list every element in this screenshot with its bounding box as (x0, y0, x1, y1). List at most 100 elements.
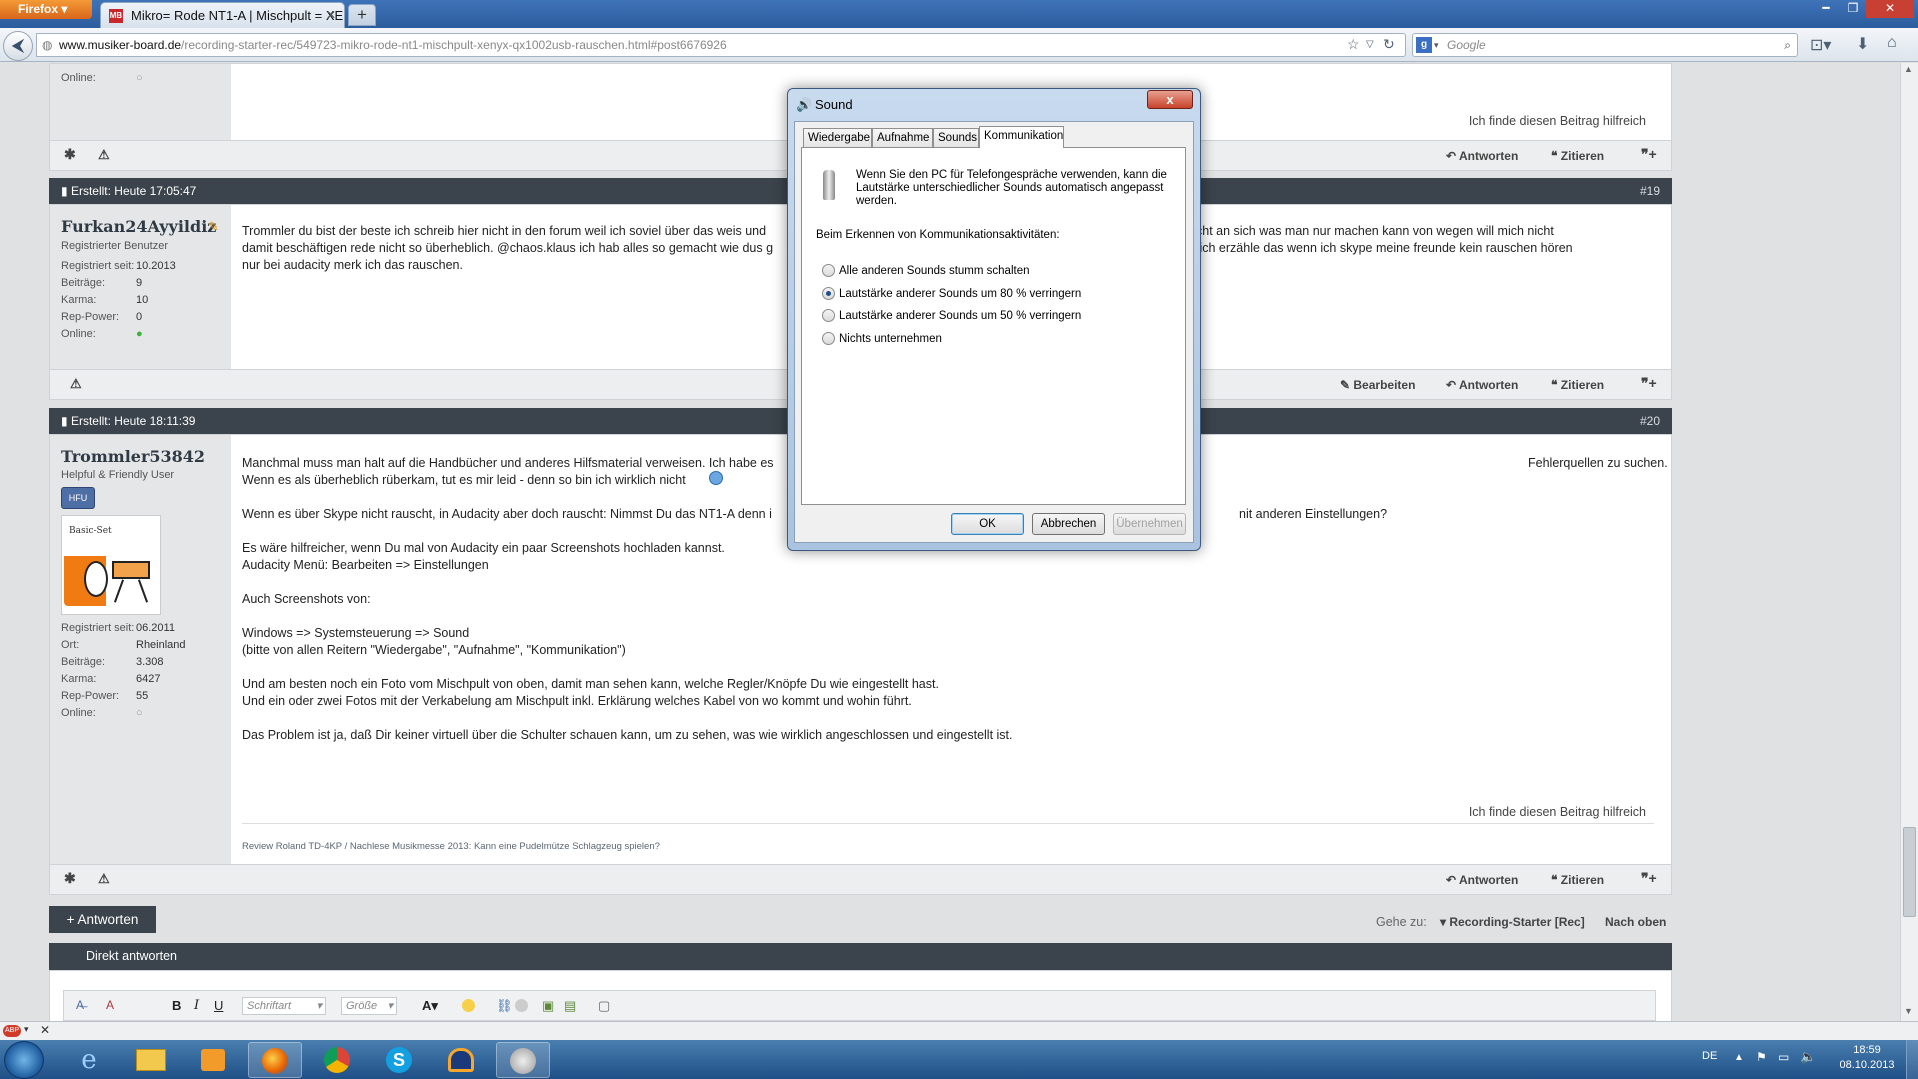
quote-button[interactable]: ❝ Zitieren (1551, 378, 1604, 392)
reply-button[interactable]: ↶ Antworten (1446, 378, 1518, 392)
start-button[interactable] (4, 1041, 44, 1079)
addon-bar-close-icon[interactable]: ✕ (40, 1023, 50, 1037)
dialog-section-label: Beim Erkennen von Kommunikationsaktivitä… (816, 229, 1060, 241)
network-icon[interactable]: ▭ (1778, 1050, 1789, 1064)
helpful-link[interactable]: Ich finde diesen Beitrag hilfreich (1469, 114, 1646, 128)
image-icon[interactable]: ▣ (542, 998, 554, 1014)
radio-option-80[interactable]: Lautstärke anderer Sounds um 80 % verrin… (822, 286, 1122, 302)
language-indicator[interactable]: DE (1702, 1050, 1717, 1062)
remove-format-icon[interactable]: A̶ (76, 998, 84, 1012)
reply-button[interactable]: ↶ Antworten (1446, 873, 1518, 887)
edit-button[interactable]: ✎ Bearbeiten (1340, 378, 1415, 392)
explorer-folder-icon[interactable] (124, 1042, 178, 1078)
home-icon[interactable]: ⌂ (1887, 34, 1897, 52)
asterisk-icon[interactable]: ✱ (64, 870, 76, 887)
search-input[interactable]: g ▾ Google ⌕ (1412, 33, 1798, 57)
volume-icon[interactable]: 🔈 (1800, 1049, 1816, 1065)
search-engine-dropdown-icon[interactable]: ▾ (1434, 34, 1439, 56)
unlink-icon[interactable] (515, 999, 528, 1012)
audacity-headphones-icon[interactable] (434, 1042, 488, 1078)
media-player-icon[interactable] (186, 1042, 240, 1078)
italic-icon[interactable]: I (194, 998, 199, 1013)
tab-kommunikation[interactable]: Kommunikation (979, 126, 1064, 148)
ok-button[interactable]: OK (951, 513, 1024, 535)
back-to-top-link[interactable]: Nach oben (1605, 915, 1666, 929)
post-20-username[interactable]: Trommler53842 (61, 447, 205, 466)
bookmark-star-icon[interactable]: ☆ (1347, 36, 1360, 53)
chrome-icon[interactable] (310, 1042, 364, 1078)
font-color-icon[interactable]: A▾ (422, 998, 438, 1014)
apply-button[interactable]: Übernehmen (1113, 513, 1186, 535)
window-close-icon[interactable]: ✕ (1866, 0, 1914, 18)
post-19-username[interactable]: Furkan24Ayyildiz (61, 217, 216, 236)
warning-icon[interactable]: ⚠ (98, 147, 110, 163)
quote-icon[interactable]: ▢ (598, 998, 610, 1014)
scrollbar-thumb[interactable] (1903, 827, 1916, 917)
sound-settings-taskbar-icon[interactable] (496, 1042, 550, 1078)
restore-icon[interactable]: ❐ (1841, 0, 1865, 18)
search-icon[interactable]: ⌕ (1784, 34, 1791, 56)
warning-icon[interactable]: ⚠ (98, 871, 110, 887)
radio-button[interactable] (822, 264, 835, 277)
taskbar-clock[interactable]: 18:59 08.10.2013 (1832, 1043, 1902, 1073)
new-tab-button[interactable]: + (348, 4, 376, 26)
pencil-icon: ✎ (208, 219, 219, 234)
download-icon[interactable]: ⬇ (1856, 34, 1869, 54)
post-19-number[interactable]: #19 (1640, 178, 1660, 204)
radio-button-selected[interactable] (822, 287, 835, 300)
online-label: Online: ○ (61, 72, 143, 84)
back-arrow-icon[interactable]: ⮜ (3, 31, 33, 61)
tab-wiedergabe[interactable]: Wiedergabe (803, 128, 872, 148)
show-desktop-button[interactable] (1906, 1040, 1918, 1079)
adblock-dropdown-icon[interactable]: ▾ (24, 1024, 29, 1035)
bold-icon[interactable]: B (172, 998, 181, 1013)
cancel-button[interactable]: Abbrechen (1032, 513, 1105, 535)
radio-option-50[interactable]: Lautstärke anderer Sounds um 50 % verrin… (822, 308, 1122, 324)
scroll-up-icon[interactable]: ▲ (1904, 64, 1913, 74)
skype-icon[interactable]: S (372, 1042, 426, 1078)
signature-link[interactable]: Review Roland TD-4KP / Nachlese Musikmes… (242, 841, 660, 852)
helpful-link[interactable]: Ich finde diesen Beitrag hilfreich (1469, 805, 1646, 819)
tab-sounds[interactable]: Sounds (933, 128, 979, 148)
show-hidden-icons[interactable]: ▲ (1734, 1052, 1744, 1063)
radio-button[interactable] (822, 332, 835, 345)
dialog-close-icon[interactable]: x (1147, 90, 1193, 109)
asterisk-icon[interactable]: ✱ (64, 146, 76, 163)
multiquote-icon[interactable]: ❞+ (1641, 146, 1657, 163)
radio-option-nothing[interactable]: Nichts unternehmen (822, 331, 1122, 347)
tab-active[interactable]: MB Mikro= Rode NT1-A | Mischpult = XENY.… (100, 2, 345, 28)
quick-reply-header[interactable]: Direkt antworten (49, 943, 1672, 970)
text-color-icon[interactable]: A (106, 998, 114, 1012)
reply-button[interactable]: ↶ Antworten (1446, 149, 1518, 163)
minimize-icon[interactable]: ━ (1814, 0, 1838, 18)
goto-forum-link[interactable]: ▾ Recording-Starter [Rec] (1440, 915, 1585, 929)
link-icon[interactable]: ⛓ (496, 998, 513, 1014)
emoticon-icon[interactable] (462, 999, 475, 1012)
scroll-down-icon[interactable]: ▼ (1904, 1006, 1913, 1016)
reply-new-button[interactable]: + Antworten (49, 906, 156, 933)
tab-close-icon[interactable]: ✕ (326, 3, 336, 28)
post-20-number[interactable]: #20 (1640, 408, 1660, 434)
multiquote-icon[interactable]: ❞+ (1641, 870, 1657, 887)
url-dropdown-icon[interactable]: ▽ (1366, 39, 1374, 50)
warning-icon[interactable]: ⚠ (70, 376, 82, 392)
video-icon[interactable]: ▤ (564, 998, 576, 1014)
screenshot-tool-icon[interactable]: ⊡▾ (1810, 35, 1831, 55)
adblock-icon[interactable]: ABP (3, 1025, 21, 1037)
firefox-taskbar-icon[interactable] (248, 1042, 302, 1078)
radio-button[interactable] (822, 309, 835, 322)
internet-explorer-icon[interactable]: e (62, 1042, 116, 1078)
firefox-menu-button[interactable]: Firefox ▾ (0, 0, 92, 19)
reload-icon[interactable]: ↻ (1383, 36, 1395, 53)
action-center-flag-icon[interactable]: ⚑ (1756, 1050, 1767, 1064)
size-select[interactable]: Größe ▾ (341, 997, 397, 1015)
radio-option-mute[interactable]: Alle anderen Sounds stumm schalten (822, 263, 1122, 279)
quote-button[interactable]: ❝ Zitieren (1551, 149, 1604, 163)
quote-button[interactable]: ❝ Zitieren (1551, 873, 1604, 887)
tab-aufnahme[interactable]: Aufnahme (872, 128, 933, 148)
url-bar[interactable]: ◍ www.musiker-board.de/recording-starter… (36, 33, 1406, 57)
underline-icon[interactable]: U (214, 998, 223, 1013)
helpful-user-badge-icon: HFU (61, 487, 95, 509)
font-select[interactable]: Schriftart ▾ (242, 997, 326, 1015)
multiquote-icon[interactable]: ❞+ (1641, 375, 1657, 392)
